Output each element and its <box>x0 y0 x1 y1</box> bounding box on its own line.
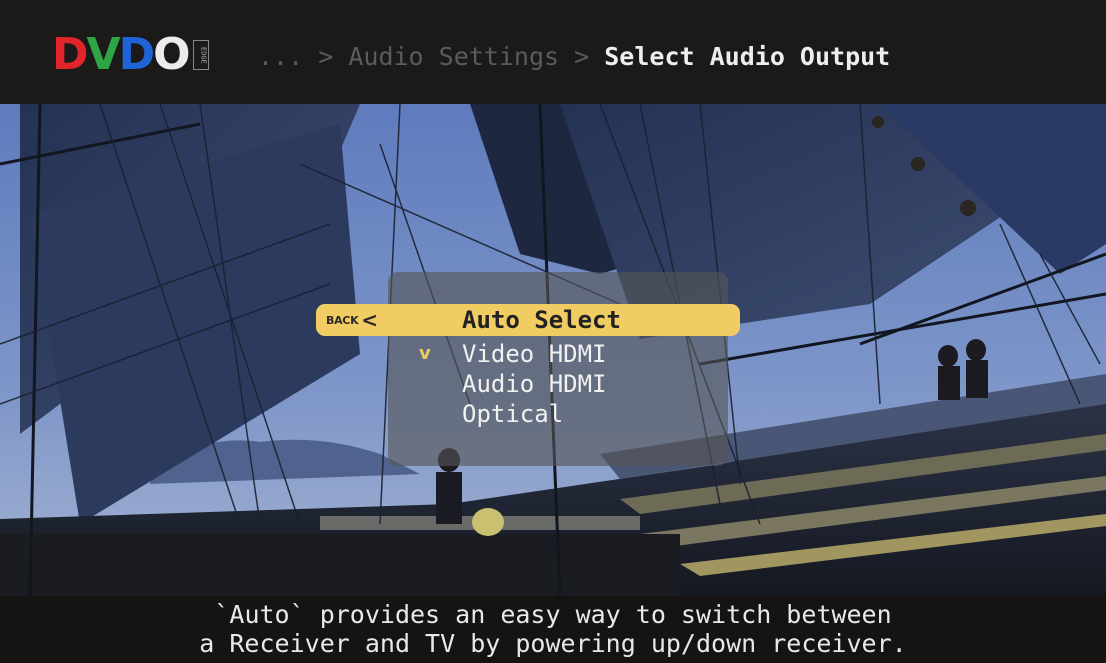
breadcrumb-ellipsis: ... <box>258 42 304 71</box>
logo-letter-v: V <box>86 29 121 80</box>
help-text-bar: `Auto` provides an easy way to switch be… <box>0 596 1106 663</box>
breadcrumb-parent: Audio Settings <box>348 42 560 71</box>
logo-letter-o: O <box>153 29 190 80</box>
osd-screen: D V D O EDGE ... > Audio Settings > Sele… <box>0 0 1106 663</box>
menu-item-optical[interactable]: Optical <box>462 399 563 429</box>
menu-item-auto-select[interactable]: Auto Select <box>462 305 621 335</box>
breadcrumb-separator: > <box>574 42 590 71</box>
help-text-line-2: a Receiver and TV by powering up/down re… <box>199 629 907 658</box>
checkmark-icon: v <box>419 343 431 364</box>
dvdo-logo: D V D O EDGE <box>52 32 209 78</box>
logo-letter-d1: D <box>52 29 89 80</box>
breadcrumb: ... > Audio Settings > Select Audio Outp… <box>258 40 890 74</box>
back-button[interactable]: BACK < <box>326 308 378 332</box>
page-title: Select Audio Output <box>604 42 891 71</box>
menu-item-audio-hdmi[interactable]: Audio HDMI <box>462 369 607 399</box>
breadcrumb-separator: > <box>318 42 334 71</box>
header-bar: D V D O EDGE ... > Audio Settings > Sele… <box>0 0 1106 104</box>
logo-edge-badge: EDGE <box>192 40 209 70</box>
help-text-line-1: `Auto` provides an easy way to switch be… <box>214 600 892 629</box>
back-label: BACK <box>326 313 359 327</box>
menu-item-video-hdmi[interactable]: Video HDMI <box>462 339 607 369</box>
logo-edge-text: EDGE <box>199 46 208 64</box>
back-arrow-icon: < <box>361 308 379 332</box>
logo-letter-d2: D <box>118 29 156 80</box>
